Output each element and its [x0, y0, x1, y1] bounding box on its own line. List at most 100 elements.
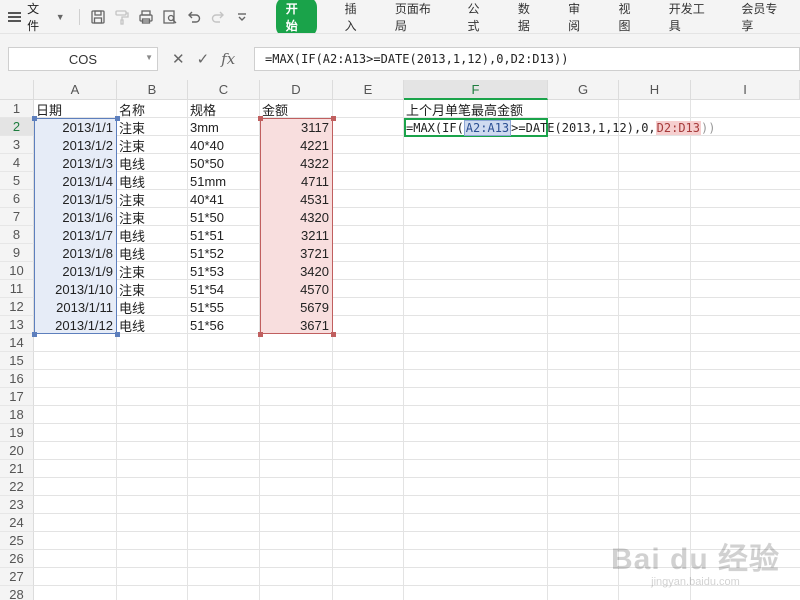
cell-b2[interactable]: 注束 [117, 118, 188, 136]
redo-icon[interactable] [206, 0, 230, 33]
cell-c3[interactable]: 40*40 [188, 136, 260, 154]
row-header-19[interactable]: 19 [0, 424, 34, 442]
cancel-icon[interactable]: ✕ [172, 50, 185, 68]
cell-a8[interactable]: 2013/1/7 [34, 226, 117, 244]
row-header-26[interactable]: 26 [0, 550, 34, 568]
cell-f1[interactable]: 上个月单笔最高金额 [404, 100, 604, 118]
confirm-icon[interactable]: ✓ [197, 50, 210, 68]
undo-icon[interactable] [182, 0, 206, 33]
cell-c2[interactable]: 3mm [188, 118, 260, 136]
cell-a4[interactable]: 2013/1/3 [34, 154, 117, 172]
cell-a1[interactable]: 日期 [34, 100, 117, 118]
tab-data[interactable]: 数据 [504, 0, 554, 33]
tab-member[interactable]: 会员专享 [727, 0, 800, 33]
column-header-c[interactable]: C [188, 80, 260, 100]
row-header-14[interactable]: 14 [0, 334, 34, 352]
cell-c6[interactable]: 40*41 [188, 190, 260, 208]
row-header-12[interactable]: 12 [0, 298, 34, 316]
cell-b13[interactable]: 电线 [117, 316, 188, 334]
row-header-16[interactable]: 16 [0, 370, 34, 388]
cell-b3[interactable]: 注束 [117, 136, 188, 154]
cell-d7[interactable]: 4320 [260, 208, 333, 226]
cell-d4[interactable]: 4322 [260, 154, 333, 172]
tab-home[interactable]: 开始 [262, 0, 331, 37]
row-header-6[interactable]: 6 [0, 190, 34, 208]
column-header-f[interactable]: F [404, 80, 548, 100]
function-icon[interactable]: fx [221, 50, 235, 68]
cell-b1[interactable]: 名称 [117, 100, 188, 118]
select-all-corner[interactable] [0, 80, 34, 100]
row-header-1[interactable]: 1 [0, 100, 34, 118]
cell-a13[interactable]: 2013/1/12 [34, 316, 117, 334]
cell-c4[interactable]: 50*50 [188, 154, 260, 172]
tab-developer[interactable]: 开发工具 [655, 0, 728, 33]
cell-b10[interactable]: 注束 [117, 262, 188, 280]
column-header-d[interactable]: D [260, 80, 333, 100]
row-header-17[interactable]: 17 [0, 388, 34, 406]
formula-input[interactable]: =MAX(IF(A2:A13>=DATE(2013,1,12),0,D2:D13… [254, 47, 800, 71]
cell-c12[interactable]: 51*55 [188, 298, 260, 316]
cell-b7[interactable]: 注束 [117, 208, 188, 226]
row-header-15[interactable]: 15 [0, 352, 34, 370]
cell-c5[interactable]: 51mm [188, 172, 260, 190]
print-preview-icon[interactable] [158, 0, 182, 33]
column-header-g[interactable]: G [548, 80, 619, 100]
cell-a12[interactable]: 2013/1/11 [34, 298, 117, 316]
row-header-13[interactable]: 13 [0, 316, 34, 334]
cell-d12[interactable]: 5679 [260, 298, 333, 316]
cell-f2-formula-editor[interactable]: =MAX(IF(A2:A13 >=DATE(2013,1,12),0, D2:D13… [406, 119, 715, 137]
cell-d3[interactable]: 4221 [260, 136, 333, 154]
cell-b5[interactable]: 电线 [117, 172, 188, 190]
cell-b9[interactable]: 电线 [117, 244, 188, 262]
cell-b6[interactable]: 注束 [117, 190, 188, 208]
column-header-a[interactable]: A [34, 80, 117, 100]
tab-page-layout[interactable]: 页面布局 [381, 0, 454, 33]
format-painter-icon[interactable] [110, 0, 134, 33]
row-header-11[interactable]: 11 [0, 280, 34, 298]
row-header-5[interactable]: 5 [0, 172, 34, 190]
tab-review[interactable]: 审阅 [554, 0, 604, 33]
column-header-b[interactable]: B [117, 80, 188, 100]
column-header-i[interactable]: I [691, 80, 800, 100]
row-header-9[interactable]: 9 [0, 244, 34, 262]
cell-a2[interactable]: 2013/1/1 [34, 118, 117, 136]
cell-a6[interactable]: 2013/1/5 [34, 190, 117, 208]
row-header-7[interactable]: 7 [0, 208, 34, 226]
cell-d2[interactable]: 3117 [260, 118, 333, 136]
row-header-2[interactable]: 2 [0, 118, 34, 136]
row-header-23[interactable]: 23 [0, 496, 34, 514]
column-header-e[interactable]: E [333, 80, 404, 100]
row-header-3[interactable]: 3 [0, 136, 34, 154]
row-header-28[interactable]: 28 [0, 586, 34, 600]
cell-b11[interactable]: 注束 [117, 280, 188, 298]
cell-d5[interactable]: 4711 [260, 172, 333, 190]
cell-b8[interactable]: 电线 [117, 226, 188, 244]
cell-a5[interactable]: 2013/1/4 [34, 172, 117, 190]
customize-toolbar-icon[interactable] [230, 0, 254, 33]
column-header-h[interactable]: H [619, 80, 691, 100]
row-header-24[interactable]: 24 [0, 514, 34, 532]
tab-formulas[interactable]: 公式 [454, 0, 504, 33]
cell-c8[interactable]: 51*51 [188, 226, 260, 244]
cell-d9[interactable]: 3721 [260, 244, 333, 262]
cell-a7[interactable]: 2013/1/6 [34, 208, 117, 226]
cell-a3[interactable]: 2013/1/2 [34, 136, 117, 154]
file-menu[interactable]: 文件 ▼ [0, 0, 73, 33]
tab-view[interactable]: 视图 [604, 0, 654, 33]
save-icon[interactable] [86, 0, 110, 33]
cell-a11[interactable]: 2013/1/10 [34, 280, 117, 298]
cell-b12[interactable]: 电线 [117, 298, 188, 316]
row-header-22[interactable]: 22 [0, 478, 34, 496]
print-icon[interactable] [134, 0, 158, 33]
chevron-down-icon[interactable]: ▼ [145, 53, 153, 62]
row-header-4[interactable]: 4 [0, 154, 34, 172]
cell-c1[interactable]: 规格 [188, 100, 260, 118]
cell-a10[interactable]: 2013/1/9 [34, 262, 117, 280]
row-header-18[interactable]: 18 [0, 406, 34, 424]
spreadsheet-grid[interactable]: A B C D E F G H I 1 2 3 4 5 6 7 8 9 10 11 12 13 14 15 1… [0, 80, 800, 600]
row-header-25[interactable]: 25 [0, 532, 34, 550]
cell-c11[interactable]: 51*54 [188, 280, 260, 298]
cell-c9[interactable]: 51*52 [188, 244, 260, 262]
cell-d11[interactable]: 4570 [260, 280, 333, 298]
cell-d10[interactable]: 3420 [260, 262, 333, 280]
